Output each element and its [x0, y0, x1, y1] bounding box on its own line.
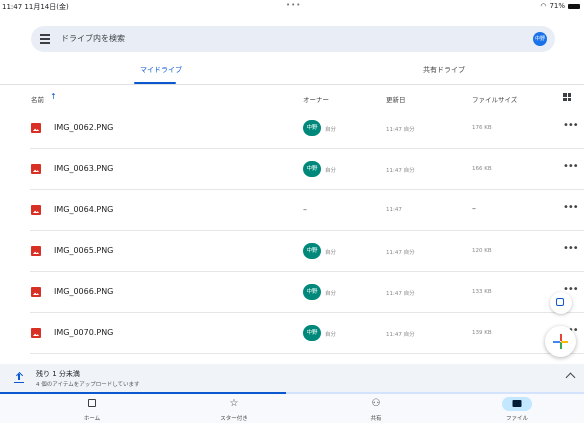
image-file-icon — [31, 205, 41, 215]
nav-starred[interactable]: ☆ スター付き — [194, 394, 274, 423]
owner-avatar: 中野 — [303, 161, 321, 177]
more-options-icon[interactable]: ••• — [563, 120, 579, 131]
modified-date: 11:47 自分 — [386, 291, 415, 297]
file-name: IMG_0065.PNG — [54, 246, 114, 255]
home-icon — [88, 399, 96, 407]
modified-date: 11:47 自分 — [386, 127, 415, 133]
file-size: – — [472, 204, 476, 213]
modified-date: 11:47 自分 — [386, 332, 415, 338]
status-time: 11:47 11月14日(金) — [2, 3, 69, 11]
file-name: IMG_0062.PNG — [54, 123, 114, 132]
chevron-up-icon[interactable] — [565, 372, 576, 383]
battery-icon — [568, 3, 580, 9]
more-options-icon[interactable]: ••• — [563, 243, 579, 254]
owner-name: 自分 — [325, 291, 337, 297]
file-row[interactable]: IMG_0070.PNG 中野 自分 11:47 自分 139 KB ••• — [0, 313, 584, 354]
menu-icon[interactable] — [40, 34, 50, 44]
battery-percent: 71% — [549, 2, 565, 10]
divider — [30, 353, 584, 354]
owner-avatar: 中野 — [303, 284, 321, 300]
modified-date: 11:47 自分 — [386, 168, 415, 174]
folder-icon — [512, 400, 522, 407]
file-size: 133 KB — [472, 289, 492, 295]
file-row[interactable]: IMG_0062.PNG 中野 自分 11:47 自分 176 KB ••• — [0, 108, 584, 149]
owner-name: 自分 — [325, 332, 337, 338]
new-button[interactable] — [545, 326, 576, 357]
file-name: IMG_0064.PNG — [54, 205, 114, 214]
owner-name: 自分 — [325, 127, 337, 133]
people-icon: ⚇ — [371, 398, 381, 409]
plus-icon — [553, 334, 568, 349]
modified-date: 11:47 自分 — [386, 250, 415, 256]
wifi-icon: ◠ — [540, 2, 547, 10]
file-row[interactable]: IMG_0064.PNG – 11:47 – ••• — [0, 190, 584, 231]
owner-avatar: 中野 — [303, 243, 321, 259]
nav-files[interactable]: ファイル — [477, 394, 557, 423]
sort-ascending-icon[interactable]: ↑ — [50, 92, 57, 101]
account-avatar[interactable]: 中野 — [533, 32, 547, 46]
status-indicators: ◠ 71% — [540, 2, 580, 10]
nav-shared[interactable]: ⚇ 共有 — [336, 394, 416, 423]
more-options-icon[interactable]: ••• — [563, 161, 579, 172]
drive-tabs: マイドライブ 共有ドライブ — [0, 60, 584, 85]
image-file-icon — [31, 123, 41, 133]
upload-icon — [14, 371, 24, 383]
scan-button[interactable] — [550, 292, 572, 314]
owner-header: オーナー — [303, 96, 329, 104]
file-size: 176 KB — [472, 125, 492, 131]
nav-label: ファイル — [505, 416, 528, 422]
image-file-icon — [31, 287, 41, 297]
upload-subtitle: 4 個のアイテムをアップロードしています — [36, 382, 140, 388]
sort-name-header[interactable]: 名前 — [31, 94, 44, 104]
grid-view-icon[interactable] — [563, 93, 571, 101]
image-file-icon — [31, 246, 41, 256]
file-size: 120 KB — [472, 248, 492, 254]
owner-name: 自分 — [325, 168, 337, 174]
nav-label: スター付き — [220, 416, 248, 422]
nav-label: 共有 — [370, 416, 382, 422]
tab-shared-drives[interactable]: 共有ドライブ — [423, 65, 465, 75]
upload-title: 残り 1 分未満 — [36, 370, 80, 378]
owner-avatar: 中野 — [303, 120, 321, 136]
file-row[interactable]: IMG_0066.PNG 中野 自分 11:47 自分 133 KB ••• — [0, 272, 584, 313]
file-size: 139 KB — [472, 330, 492, 336]
file-row[interactable]: IMG_0065.PNG 中野 自分 11:47 自分 120 KB ••• — [0, 231, 584, 272]
owner-name: 自分 — [325, 250, 337, 256]
file-name: IMG_0070.PNG — [54, 328, 114, 337]
nav-label: ホーム — [83, 416, 101, 422]
more-options-icon[interactable]: ••• — [563, 202, 579, 213]
status-bar: 11:47 11月14日(金) ••• ◠ 71% — [0, 0, 584, 22]
image-file-icon — [31, 328, 41, 338]
scan-icon — [556, 298, 564, 306]
divider — [0, 84, 584, 85]
owner-name: – — [303, 205, 307, 214]
list-header: 名前 ↑ オーナー 更新日 ファイルサイズ — [0, 86, 584, 108]
owner-avatar: 中野 — [303, 325, 321, 341]
file-size: 166 KB — [472, 166, 492, 172]
file-name: IMG_0063.PNG — [54, 164, 114, 173]
file-name: IMG_0066.PNG — [54, 287, 114, 296]
multitask-dots-icon[interactable]: ••• — [286, 1, 301, 9]
modified-date: 11:47 — [386, 207, 402, 213]
tab-my-drive[interactable]: マイドライブ — [140, 65, 182, 75]
upload-status-panel[interactable]: 残り 1 分未満 4 個のアイテムをアップロードしています — [0, 364, 584, 394]
image-file-icon — [31, 164, 41, 174]
nav-home[interactable]: ホーム — [52, 394, 132, 423]
size-header: ファイルサイズ — [472, 96, 518, 104]
search-bar[interactable]: ドライブ内を検索 中野 — [31, 26, 555, 52]
star-icon: ☆ — [229, 398, 239, 409]
bottom-navigation: ホーム ☆ スター付き ⚇ 共有 ファイル — [0, 394, 584, 423]
file-row[interactable]: IMG_0063.PNG 中野 自分 11:47 自分 166 KB ••• — [0, 149, 584, 190]
modified-header: 更新日 — [386, 96, 406, 104]
search-input[interactable]: ドライブ内を検索 — [61, 33, 125, 44]
